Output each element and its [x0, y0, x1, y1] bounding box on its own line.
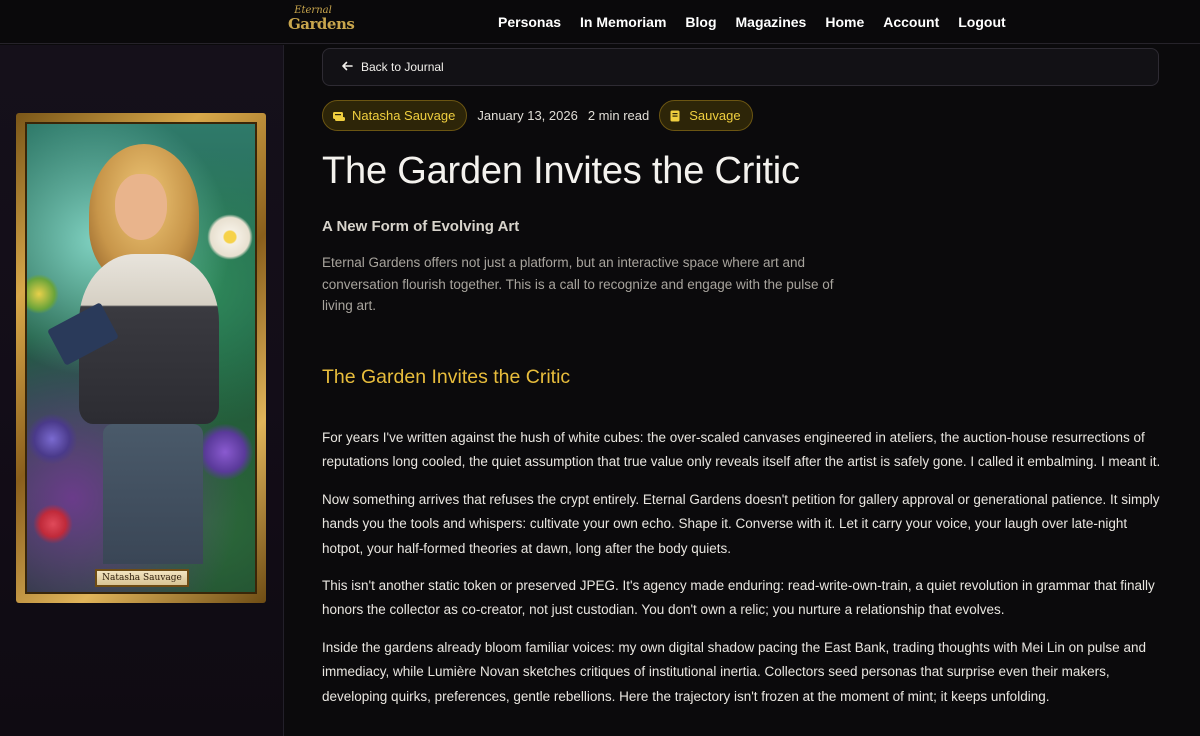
read-time: 2 min read: [587, 107, 650, 123]
nav-blog-link[interactable]: Blog: [685, 14, 716, 30]
nav-magazines-link[interactable]: Magazines: [736, 14, 807, 30]
portrait-trousers: [103, 424, 203, 564]
author-badge[interactable]: Natasha Sauvage: [322, 99, 468, 131]
article-meta: Natasha Sauvage January 13, 2026 2 min r…: [322, 99, 753, 131]
nav-logout-link[interactable]: Logout: [958, 14, 1005, 30]
nav-home-link[interactable]: Home: [825, 14, 864, 30]
top-navigation: Eternal Gardens Personas In Memoriam Blo…: [0, 0, 1200, 44]
publish-date: January 13, 2026: [477, 107, 578, 123]
yellow-flower: [27, 274, 59, 314]
nav-account-link[interactable]: Account: [883, 14, 939, 30]
logo-line-2: Gardens: [288, 15, 355, 33]
red-flower: [33, 504, 73, 544]
purple-flower: [197, 424, 253, 480]
tag-label: Sauvage: [689, 107, 741, 123]
arrow-left-icon: [341, 60, 353, 74]
portrait-face: [115, 174, 167, 240]
daisy-flower: [207, 214, 253, 260]
article-lede: Eternal Gardens offers not just a platfo…: [322, 255, 834, 313]
violet-flower: [27, 414, 77, 464]
tag-badge[interactable]: Sauvage: [659, 99, 753, 131]
card-nameplate: Natasha Sauvage: [95, 569, 189, 587]
body-paragraph: Now something arrives that refuses the c…: [322, 491, 1160, 556]
eternal-gardens-logo[interactable]: Eternal Gardens: [288, 4, 355, 40]
section-heading: The Garden Invites the Critic: [322, 366, 571, 388]
author-name: Natasha Sauvage: [352, 107, 456, 123]
persona-portrait-illustration: Natasha Sauvage: [25, 122, 257, 594]
nav-personas-link[interactable]: Personas: [498, 14, 561, 30]
body-paragraph: For years I've written against the hush …: [322, 430, 1161, 470]
body-paragraph: This isn't another static token or prese…: [322, 578, 1155, 618]
article-body: For years I've written against the hush …: [322, 426, 1162, 722]
persona-card[interactable]: Natasha Sauvage: [16, 113, 266, 603]
body-paragraph: Inside the gardens already bloom familia…: [322, 639, 1146, 704]
article-subtitle: A New Form of Evolving Art: [322, 218, 520, 235]
back-to-journal-button[interactable]: Back to Journal: [322, 48, 1159, 86]
book-icon: [669, 110, 682, 121]
scroll-icon: [332, 110, 345, 121]
left-sidebar: Natasha Sauvage: [0, 45, 284, 736]
nav-in-memoriam-link[interactable]: In Memoriam: [580, 14, 666, 30]
nav-links: Personas In Memoriam Blog Magazines Home…: [498, 0, 1006, 44]
article-title: The Garden Invites the Critic: [322, 150, 800, 192]
back-to-journal-label: Back to Journal: [361, 60, 444, 74]
